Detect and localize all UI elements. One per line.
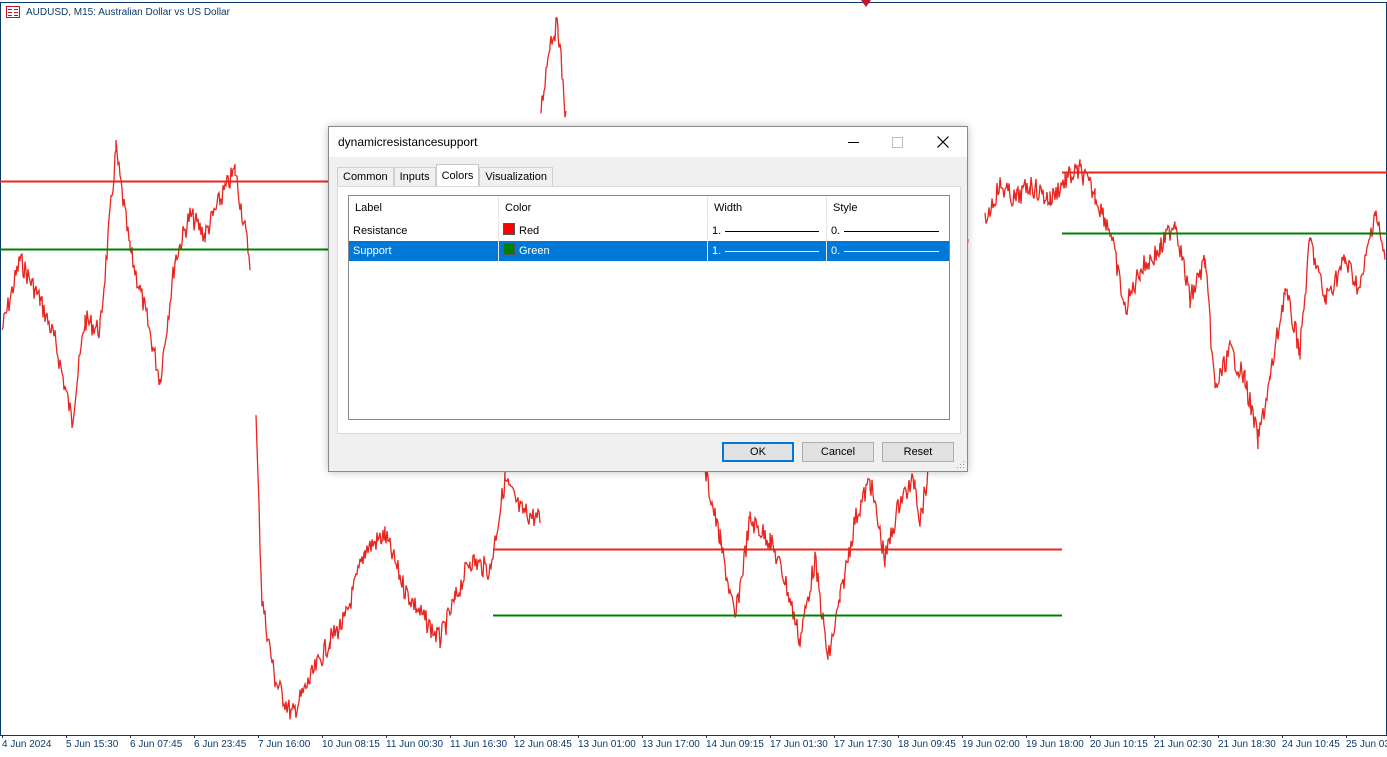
maximize-icon bbox=[891, 136, 903, 148]
time-axis-label: 12 Jun 08:45 bbox=[514, 739, 572, 750]
time-axis-tick bbox=[258, 735, 259, 738]
color-swatch bbox=[503, 243, 515, 255]
time-axis-label: 24 Jun 10:45 bbox=[1282, 739, 1340, 750]
minimize-icon bbox=[847, 141, 859, 143]
time-axis-tick bbox=[194, 735, 195, 738]
dialog-title: dynamicresistancesupport bbox=[338, 135, 478, 149]
time-axis-tick bbox=[1346, 735, 1347, 738]
time-axis-tick bbox=[1090, 735, 1091, 738]
width-line-sample bbox=[725, 231, 819, 232]
time-axis-label: 13 Jun 01:00 bbox=[578, 739, 636, 750]
style-line-sample bbox=[844, 231, 939, 232]
price-line bbox=[540, 17, 567, 118]
time-axis-label: 17 Jun 01:30 bbox=[770, 739, 828, 750]
cancel-button[interactable]: Cancel bbox=[802, 442, 874, 462]
column-label[interactable]: Label bbox=[349, 196, 499, 220]
dialog-titlebar[interactable]: dynamicresistancesupport bbox=[329, 127, 967, 157]
tab-colors[interactable]: Colors bbox=[435, 164, 480, 187]
chart-title: AUDUSD, M15: Australian Dollar vs US Dol… bbox=[6, 6, 230, 18]
color-name: Green bbox=[519, 245, 550, 257]
time-axis-tick bbox=[898, 735, 899, 738]
chart-window-icon bbox=[6, 6, 20, 18]
row-width[interactable]: 1. bbox=[708, 221, 827, 241]
time-axis-tick bbox=[770, 735, 771, 738]
price-line bbox=[1, 140, 251, 429]
dialog-tabs: Common Inputs Colors Visualization bbox=[337, 164, 553, 187]
row-width[interactable]: 1. bbox=[708, 241, 827, 261]
colors-tab-panel: Label Color Width Style Resistance Red 1… bbox=[337, 186, 961, 434]
time-axis-tick bbox=[578, 735, 579, 738]
time-axis-tick bbox=[1282, 735, 1283, 738]
time-axis-tick bbox=[642, 735, 643, 738]
tab-visualization[interactable]: Visualization bbox=[479, 167, 553, 187]
time-axis-label: 6 Jun 07:45 bbox=[130, 739, 183, 750]
time-axis-tick bbox=[1218, 735, 1219, 738]
time-axis-label: 13 Jun 17:00 bbox=[642, 739, 700, 750]
time-axis-tick bbox=[1154, 735, 1155, 738]
column-style[interactable]: Style bbox=[827, 196, 949, 220]
tab-inputs[interactable]: Inputs bbox=[393, 167, 436, 187]
colors-list[interactable]: Label Color Width Style Resistance Red 1… bbox=[348, 195, 950, 420]
time-axis-tick bbox=[386, 735, 387, 738]
color-name: Red bbox=[519, 225, 540, 237]
list-row-support[interactable]: Support Green 1. 0. bbox=[349, 241, 949, 261]
time-axis-label: 20 Jun 10:15 bbox=[1090, 739, 1148, 750]
close-icon bbox=[937, 136, 949, 148]
minimize-button[interactable] bbox=[831, 127, 875, 157]
time-axis-label: 11 Jun 00:30 bbox=[386, 739, 444, 750]
color-swatch bbox=[503, 223, 515, 235]
time-axis-tick bbox=[514, 735, 515, 738]
time-axis-label: 19 Jun 18:00 bbox=[1026, 739, 1084, 750]
time-axis: 4 Jun 2024 5 Jun 15:30 6 Jun 07:45 6 Jun 23… bbox=[0, 735, 1387, 757]
time-axis-label: 5 Jun 15:30 bbox=[66, 739, 119, 750]
width-line-sample bbox=[725, 251, 819, 252]
style-value: 0. bbox=[831, 225, 841, 237]
time-axis-label: 21 Jun 02:30 bbox=[1154, 739, 1212, 750]
style-value: 0. bbox=[831, 245, 841, 257]
reset-button[interactable]: Reset bbox=[882, 442, 954, 462]
width-value: 1. bbox=[712, 225, 722, 237]
row-style[interactable]: 0. bbox=[827, 241, 949, 261]
resize-grip-icon[interactable] bbox=[957, 461, 965, 469]
row-label: Support bbox=[349, 241, 499, 261]
time-axis-tick bbox=[130, 735, 131, 738]
chart-title-text: AUDUSD, M15: Australian Dollar vs US Dol… bbox=[26, 6, 230, 18]
row-style[interactable]: 0. bbox=[827, 221, 949, 241]
time-axis-label: 11 Jun 16:30 bbox=[450, 739, 508, 750]
width-value: 1. bbox=[712, 245, 722, 257]
time-axis-tick bbox=[1026, 735, 1027, 738]
time-axis-label: 14 Jun 09:15 bbox=[706, 739, 764, 750]
column-color[interactable]: Color bbox=[499, 196, 708, 220]
time-axis-label: 4 Jun 2024 bbox=[2, 739, 52, 750]
time-axis-label: 18 Jun 09:45 bbox=[898, 739, 956, 750]
style-line-sample bbox=[844, 251, 939, 252]
time-axis-label: 19 Jun 02:00 bbox=[962, 739, 1020, 750]
ok-button[interactable]: OK bbox=[722, 442, 794, 462]
time-axis-tick bbox=[322, 735, 323, 738]
maximize-button[interactable] bbox=[875, 127, 919, 157]
row-color[interactable]: Green bbox=[499, 241, 708, 261]
row-color[interactable]: Red bbox=[499, 221, 708, 241]
row-label: Resistance bbox=[349, 221, 499, 241]
time-axis-label: 21 Jun 18:30 bbox=[1218, 739, 1276, 750]
time-axis-tick bbox=[962, 735, 963, 738]
time-axis-label: 17 Jun 17:30 bbox=[834, 739, 892, 750]
time-axis-tick bbox=[450, 735, 451, 738]
close-button[interactable] bbox=[921, 127, 965, 157]
price-line bbox=[984, 159, 1386, 450]
time-axis-tick bbox=[834, 735, 835, 738]
indicator-properties-dialog: dynamicresistancesupport Common Inputs C… bbox=[328, 126, 968, 472]
time-axis-tick bbox=[2, 735, 3, 738]
time-axis-tick bbox=[706, 735, 707, 738]
time-axis-label: 25 Jun 03:00 bbox=[1346, 739, 1387, 750]
time-axis-tick bbox=[66, 735, 67, 738]
time-axis-label: 6 Jun 23:45 bbox=[194, 739, 247, 750]
time-axis-label: 7 Jun 16:00 bbox=[258, 739, 311, 750]
list-row-resistance[interactable]: Resistance Red 1. 0. bbox=[349, 221, 949, 241]
tab-common[interactable]: Common bbox=[337, 167, 394, 187]
column-width[interactable]: Width bbox=[708, 196, 827, 220]
list-header: Label Color Width Style bbox=[349, 196, 949, 220]
chart-shift-marker[interactable] bbox=[861, 0, 871, 7]
time-axis-label: 10 Jun 08:15 bbox=[322, 739, 380, 750]
